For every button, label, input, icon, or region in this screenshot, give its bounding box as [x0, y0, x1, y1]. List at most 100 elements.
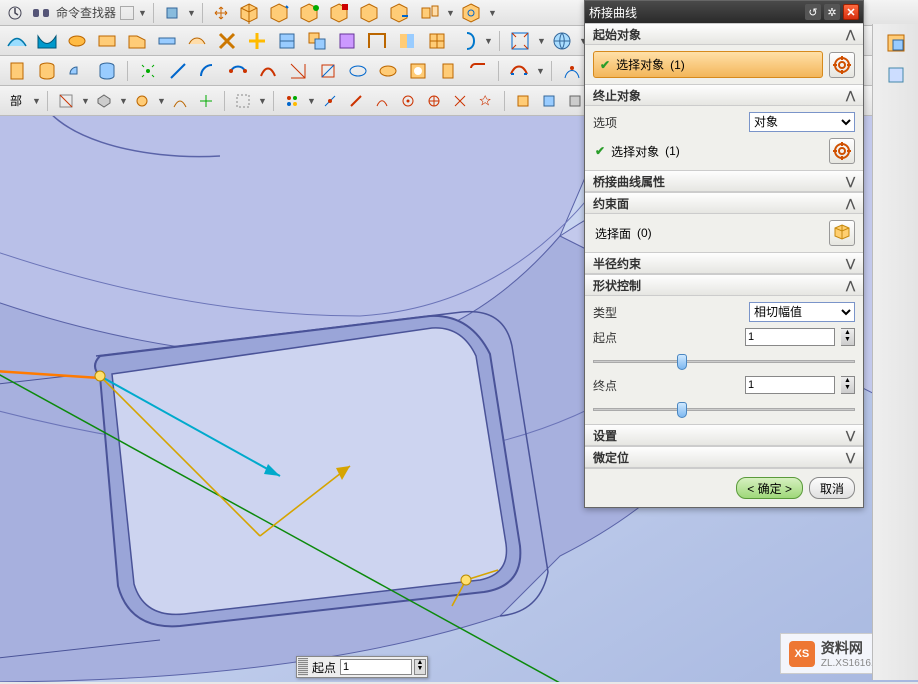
globe-icon[interactable] [549, 28, 575, 54]
snap4-icon[interactable] [371, 90, 393, 112]
surf3-icon[interactable] [64, 28, 90, 54]
surf7-icon[interactable] [184, 28, 210, 54]
curve9-icon[interactable] [375, 58, 401, 84]
cube7-icon[interactable] [416, 0, 442, 26]
curve5-icon[interactable] [255, 58, 281, 84]
cube2-icon[interactable] [266, 0, 292, 26]
surf8-icon[interactable] [214, 28, 240, 54]
move-icon[interactable] [210, 2, 232, 24]
sel3-icon[interactable] [131, 90, 153, 112]
float-spinner[interactable]: ▲▼ [414, 659, 426, 675]
snap3-icon[interactable] [345, 90, 367, 112]
bridge-dropdown[interactable]: ▼ [536, 66, 544, 76]
sel6-icon[interactable] [232, 90, 254, 112]
sel2-dd[interactable]: ▼ [119, 96, 127, 106]
curve3-icon[interactable] [195, 58, 221, 84]
surf-dropdown[interactable]: ▼ [484, 36, 492, 46]
startpt-input[interactable] [745, 328, 835, 346]
curve7-icon[interactable] [315, 58, 341, 84]
section-constraint-face[interactable]: 约束面 ⋀ [585, 192, 863, 214]
disp2-icon[interactable] [538, 90, 560, 112]
startpt-spinner[interactable]: ▲▼ [841, 328, 855, 346]
end-option-select[interactable]: 对象 [749, 112, 855, 132]
curve8-icon[interactable] [345, 58, 371, 84]
cube5-icon[interactable] [356, 0, 382, 26]
endpt-input[interactable] [745, 376, 835, 394]
end-target-button[interactable] [829, 138, 855, 164]
ok-button[interactable]: < 确定 > [736, 477, 803, 499]
curve2-icon[interactable] [165, 58, 191, 84]
cube1-icon[interactable] [236, 0, 262, 26]
panel-close-icon[interactable]: ✕ [843, 4, 859, 20]
dock-icon-2[interactable] [883, 62, 909, 88]
section-settings[interactable]: 设置 ⋁ [585, 424, 863, 446]
start-select-object[interactable]: ✔ 选择对象 (1) [593, 51, 823, 78]
tool-icon[interactable] [161, 2, 183, 24]
surf12-icon[interactable] [334, 28, 360, 54]
snap2-icon[interactable] [319, 90, 341, 112]
surf11-icon[interactable] [304, 28, 330, 54]
endpt-spinner[interactable]: ▲▼ [841, 376, 855, 394]
snap1-dd[interactable]: ▼ [307, 96, 315, 106]
cube8-dropdown[interactable]: ▼ [488, 8, 496, 18]
sel3-dd[interactable]: ▼ [157, 96, 165, 106]
sel6-dd[interactable]: ▼ [258, 96, 266, 106]
left-tab-label[interactable]: 部 [4, 92, 28, 109]
endpt-slider[interactable] [593, 400, 855, 418]
snap5-icon[interactable] [397, 90, 419, 112]
curve1-icon[interactable] [135, 58, 161, 84]
surf6-icon[interactable] [154, 28, 180, 54]
surf15-icon[interactable] [424, 28, 450, 54]
sel4-icon[interactable] [169, 90, 191, 112]
end-select-object[interactable]: ✔ 选择对象 (1) [593, 139, 707, 164]
face-pick-button[interactable] [829, 220, 855, 246]
sel5-icon[interactable] [195, 90, 217, 112]
sel1-icon[interactable] [55, 90, 77, 112]
surf5-icon[interactable] [124, 28, 150, 54]
section-bridge-props[interactable]: 桥接曲线属性 ⋁ [585, 170, 863, 192]
cube4-icon[interactable] [326, 0, 352, 26]
prim2-icon[interactable] [34, 58, 60, 84]
type-select[interactable]: 相切幅值 [749, 302, 855, 322]
prim1-icon[interactable] [4, 58, 30, 84]
startpt-slider[interactable] [593, 352, 855, 370]
bridge-icon[interactable] [506, 58, 532, 84]
snap6-icon[interactable] [423, 90, 445, 112]
surf2-icon[interactable] [34, 28, 60, 54]
float-value-input[interactable] [340, 659, 412, 675]
fit-dropdown[interactable]: ▼ [537, 36, 545, 46]
disp1-icon[interactable] [512, 90, 534, 112]
curve4-icon[interactable] [225, 58, 251, 84]
float-start-input[interactable]: 起点 ▲▼ [296, 656, 428, 678]
curve12-icon[interactable] [465, 58, 491, 84]
curve11-icon[interactable] [435, 58, 461, 84]
cube8-icon[interactable] [458, 0, 484, 26]
section-end-object[interactable]: 终止对象 ⋀ [585, 84, 863, 106]
prim4-icon[interactable] [94, 58, 120, 84]
surf14-icon[interactable] [394, 28, 420, 54]
face-select-object[interactable]: 选择面 (0) [593, 221, 707, 246]
snap7-icon[interactable] [449, 90, 471, 112]
binoculars-icon[interactable] [30, 2, 52, 24]
tool-dropdown[interactable]: ▼ [187, 8, 195, 18]
history-icon[interactable] [4, 2, 26, 24]
section-shape-control[interactable]: 形状控制 ⋀ [585, 274, 863, 296]
section-start-object[interactable]: 起始对象 ⋀ [585, 23, 863, 45]
disp3-icon[interactable] [564, 90, 586, 112]
surf13-icon[interactable] [364, 28, 390, 54]
cube3-icon[interactable] [296, 0, 322, 26]
cube6-icon[interactable] [386, 0, 412, 26]
surf16-icon[interactable] [454, 28, 480, 54]
surf9-icon[interactable] [244, 28, 270, 54]
curve6-icon[interactable] [285, 58, 311, 84]
surf10-icon[interactable] [274, 28, 300, 54]
grip-icon[interactable] [298, 658, 308, 676]
surf4-icon[interactable] [94, 28, 120, 54]
command-finder-input[interactable] [120, 6, 134, 20]
section-radius-constraint[interactable]: 半径约束 ⋁ [585, 252, 863, 274]
panel-titlebar[interactable]: 桥接曲线 ↺ ✲ ✕ [585, 1, 863, 23]
snap1-icon[interactable] [281, 90, 303, 112]
cancel-button[interactable]: 取消 [809, 477, 855, 499]
sel1-dd[interactable]: ▼ [81, 96, 89, 106]
panel-gear-icon[interactable]: ✲ [824, 4, 840, 20]
